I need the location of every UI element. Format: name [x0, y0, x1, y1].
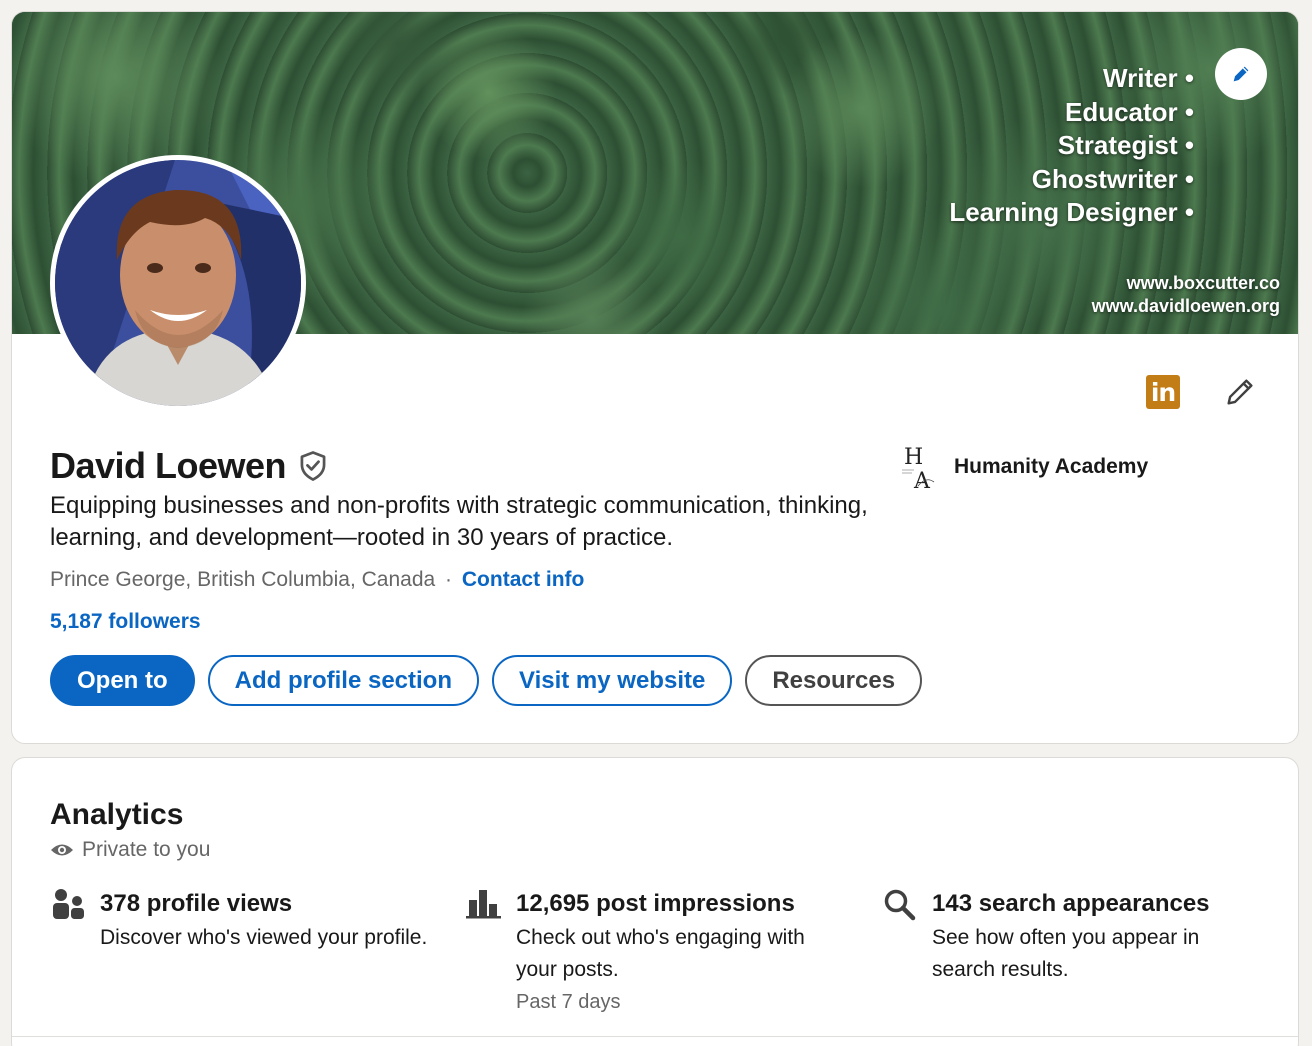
- search-icon: [882, 886, 918, 922]
- analytics-privacy: Private to you: [50, 838, 210, 862]
- people-icon: [50, 886, 86, 922]
- humanity-academy-logo: H A: [898, 442, 940, 494]
- pencil-icon: [1227, 379, 1253, 405]
- metric-desc: See how often you appear in search resul…: [932, 926, 1200, 981]
- profile-headline: Equipping businesses and non-profits wit…: [50, 492, 868, 551]
- profile-actions: Open to Add profile section Visit my web…: [50, 655, 923, 706]
- banner-role: Educator: [949, 96, 1194, 130]
- profile-name: David Loewen: [50, 445, 287, 486]
- edit-banner-button[interactable]: [1215, 48, 1267, 100]
- location: Prince George, British Columbia, Canada: [50, 568, 436, 591]
- banner-role: Strategist: [949, 129, 1194, 163]
- metric-post-impressions[interactable]: 12,695 post impressions Check out who's …: [466, 886, 846, 1018]
- verified-shield-icon[interactable]: [298, 450, 328, 482]
- banner-role: Writer: [949, 62, 1194, 96]
- metric-desc: Discover who's viewed your profile.: [100, 926, 428, 949]
- divider: [12, 1036, 1298, 1037]
- analytics-card: Analytics Private to you 378 profile vie…: [11, 757, 1299, 1046]
- resources-button[interactable]: Resources: [745, 655, 923, 706]
- contact-info-link[interactable]: Contact info: [462, 568, 584, 591]
- edit-intro-button[interactable]: [1220, 372, 1260, 412]
- pencil-icon: [1233, 66, 1249, 82]
- visit-website-button[interactable]: Visit my website: [492, 655, 733, 706]
- add-profile-section-button[interactable]: Add profile section: [207, 655, 480, 706]
- analytics-title: Analytics: [50, 798, 184, 831]
- svg-text:H: H: [904, 445, 923, 470]
- profile-card: Writer Educator Strategist Ghostwriter L…: [11, 11, 1299, 744]
- avatar-photo: [55, 160, 301, 406]
- metric-desc: Check out who's engaging with your posts…: [516, 926, 805, 981]
- metric-profile-views[interactable]: 378 profile views Discover who's viewed …: [50, 886, 430, 954]
- bar-chart-icon: [466, 886, 502, 922]
- separator: ·: [445, 568, 453, 591]
- banner-role: Ghostwriter: [949, 163, 1194, 197]
- metric-search-appearances[interactable]: 143 search appearances See how often you…: [882, 886, 1262, 986]
- metric-period: Past 7 days: [516, 991, 621, 1013]
- banner-roles: Writer Educator Strategist Ghostwriter L…: [949, 62, 1194, 230]
- eye-icon: [51, 844, 73, 856]
- metric-title: 378 profile views: [100, 890, 293, 917]
- avatar[interactable]: [50, 155, 306, 411]
- banner-url: www.boxcutter.co: [1126, 273, 1280, 293]
- organization-name: Humanity Academy: [954, 455, 1149, 478]
- privacy-label: Private to you: [82, 838, 211, 861]
- profile-top-actions: in: [1146, 372, 1260, 412]
- followers-link[interactable]: 5,187 followers: [50, 610, 201, 634]
- linkedin-icon[interactable]: in: [1146, 375, 1180, 409]
- open-to-button[interactable]: Open to: [50, 655, 195, 706]
- banner-url: www.davidloewen.org: [1091, 296, 1280, 316]
- svg-text:A: A: [913, 469, 931, 492]
- current-organization[interactable]: H A Humanity Academy: [898, 442, 1149, 494]
- banner-urls: www.boxcutter.co www.davidloewen.org: [1092, 272, 1280, 318]
- location-row: Prince George, British Columbia, Canada …: [50, 568, 584, 592]
- metric-title: 12,695 post impressions: [516, 890, 795, 917]
- banner-role: Learning Designer: [949, 196, 1194, 230]
- metric-title: 143 search appearances: [932, 890, 1210, 917]
- name-row: David Loewen: [50, 445, 328, 487]
